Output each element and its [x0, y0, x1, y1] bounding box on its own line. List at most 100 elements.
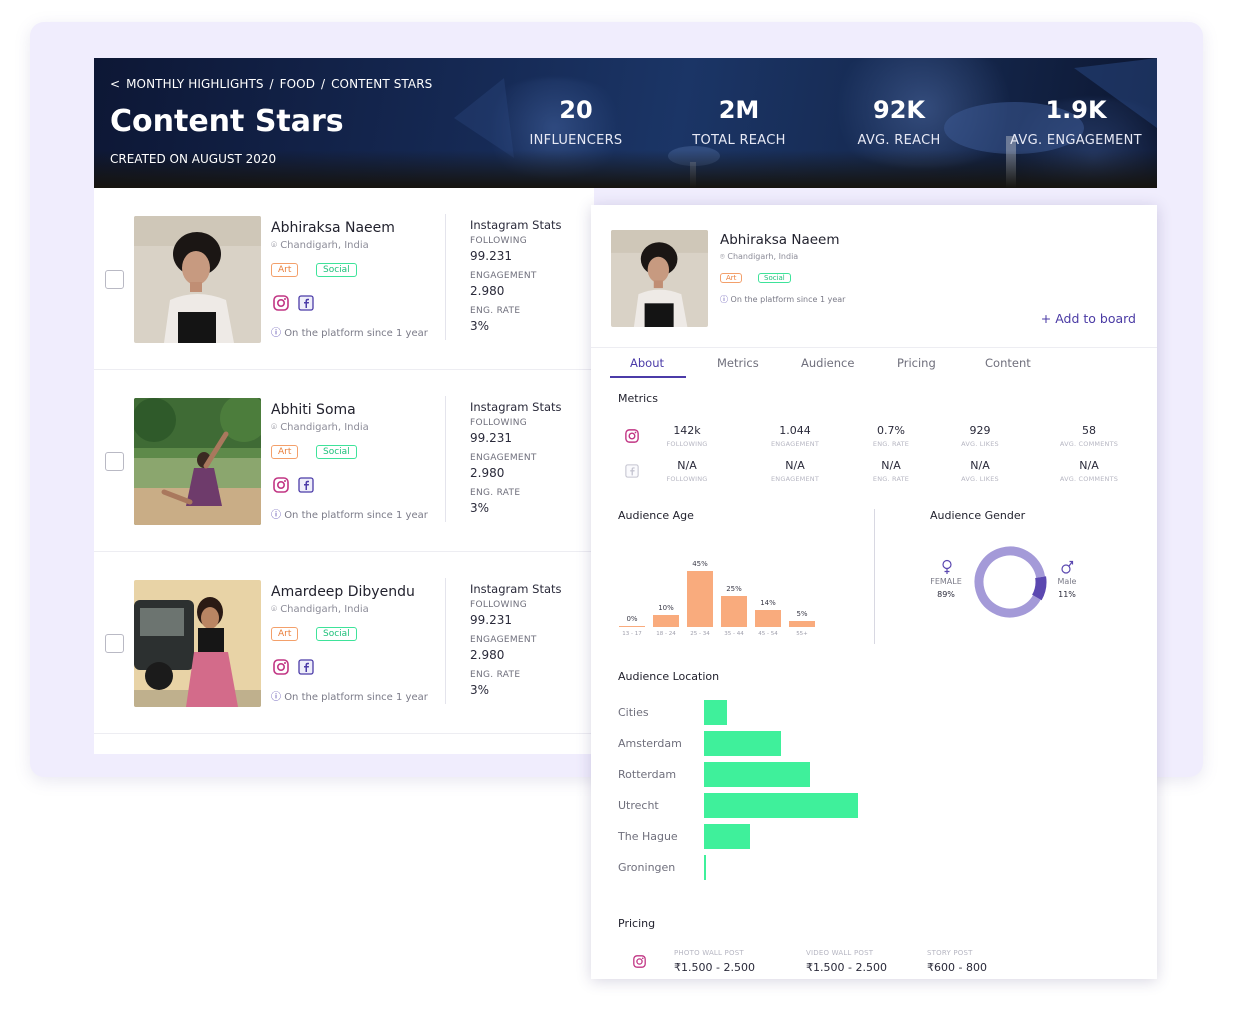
tag-art[interactable]: Art	[720, 273, 743, 283]
location-label: Rotterdam	[618, 768, 677, 781]
instagram-stats: Instagram Stats FOLLOWING 99.231 ENGAGEM…	[470, 218, 562, 333]
stat-value: 1.9K	[1045, 96, 1107, 124]
influencer-location: ⌾ Chandigarh, India	[271, 422, 369, 433]
stat-label: AVG. REACH	[857, 133, 941, 148]
tab-audience[interactable]: Audience	[801, 356, 854, 370]
male-label: Male	[1057, 577, 1077, 586]
age-bar	[789, 620, 815, 627]
influencer-detail-card: Abhiraksa Naeem ⌾ Chandigarh, India Art …	[591, 205, 1157, 979]
instagram-icon[interactable]	[273, 295, 289, 311]
influencer-list: Abhiraksa Naeem ⌾ Chandigarh, India Art …	[94, 188, 594, 754]
select-checkbox[interactable]	[105, 452, 124, 471]
pricing-label: PHOTO WALL POST	[674, 949, 744, 957]
platform-since: ⓘ On the platform since 1 year	[271, 506, 428, 521]
engagement-value: 2.980	[470, 284, 505, 298]
tab-about[interactable]: About	[630, 356, 664, 370]
instagram-stats: Instagram Stats FOLLOWING 99.231 ENGAGEM…	[470, 400, 562, 515]
instagram-icon[interactable]	[273, 477, 289, 493]
info-icon: ⓘ	[271, 328, 281, 339]
since-text: On the platform since 1 year	[284, 692, 428, 703]
age-bar-category: 35 - 44	[724, 631, 744, 637]
age-bar	[687, 571, 713, 627]
platform-since: ⓘ On the platform since 1 year	[271, 324, 428, 339]
tag-art[interactable]: Art	[271, 627, 299, 641]
list-item[interactable]: Abhiraksa Naeem ⌾ Chandigarh, India Art …	[94, 188, 594, 370]
breadcrumb: < MONTHLY HIGHLIGHTS / FOOD / CONTENT ST…	[110, 77, 434, 91]
page-title: Content Stars	[110, 104, 344, 139]
instagram-icon	[633, 955, 646, 968]
audience-age-title: Audience Age	[618, 509, 694, 522]
tab-content[interactable]: Content	[985, 356, 1031, 370]
age-bar-category: 45 - 54	[758, 631, 778, 637]
metric-label: AVG. LIKES	[961, 475, 999, 483]
list-item[interactable]: Amardeep Dibyendu ⌾ Chandigarh, India Ar…	[94, 552, 594, 734]
location-pin-icon: ⌾	[271, 604, 277, 615]
metric-label: AVG. COMMENTS	[1059, 440, 1119, 448]
location-bar	[704, 793, 858, 818]
location-text: Chandigarh, India	[727, 252, 799, 261]
location-pin-icon: ⌾	[271, 240, 277, 251]
tag-social[interactable]: Social	[316, 627, 357, 641]
tag-art[interactable]: Art	[271, 263, 299, 277]
list-item[interactable]: Abhiti Soma ⌾ Chandigarh, India Art Soci…	[94, 370, 594, 552]
influencer-name[interactable]: Abhiti Soma	[271, 402, 356, 418]
male-icon	[1061, 560, 1074, 574]
metric-value: N/A	[785, 459, 805, 472]
tab-pricing[interactable]: Pricing	[897, 356, 936, 370]
instagram-icon	[625, 429, 639, 443]
breadcrumb-content-stars: CONTENT STARS	[331, 77, 433, 91]
pricing-value: ₹600 - 800	[927, 961, 987, 974]
location-bar	[704, 762, 811, 787]
metric-label: ENG. RATE	[872, 440, 910, 448]
add-to-board-button[interactable]: + Add to board	[1041, 311, 1136, 326]
stats-title: Instagram Stats	[470, 582, 562, 596]
metric-value: 58	[1082, 424, 1096, 437]
facebook-icon[interactable]	[298, 477, 314, 493]
tab-metrics[interactable]: Metrics	[717, 356, 759, 370]
divider	[445, 396, 446, 522]
following-value: 99.231	[470, 249, 512, 263]
audience-gender-title: Audience Gender	[930, 509, 1026, 522]
engagement-label: ENGAGEMENT	[470, 635, 537, 645]
instagram-icon[interactable]	[273, 659, 289, 675]
influencer-name[interactable]: Abhiraksa Naeem	[271, 220, 395, 236]
location-label: Groningen	[618, 861, 676, 874]
stat-label: INFLUENCERS	[529, 133, 623, 148]
tag-social[interactable]: Social	[316, 263, 357, 277]
male-value: 11%	[1058, 590, 1076, 599]
age-bar	[755, 609, 781, 627]
location-text: Chandigarh, India	[280, 422, 369, 433]
breadcrumb-monthly-highlights[interactable]: MONTHLY HIGHLIGHTS	[126, 77, 264, 91]
facebook-icon[interactable]	[298, 295, 314, 311]
stat-value: 2M	[718, 96, 760, 124]
select-checkbox[interactable]	[105, 634, 124, 653]
tag-social[interactable]: Social	[758, 273, 791, 283]
stat-value: 20	[559, 96, 593, 124]
detail-photo	[611, 230, 708, 327]
tag-art[interactable]: Art	[271, 445, 299, 459]
breadcrumb-food[interactable]: FOOD	[280, 77, 315, 91]
female-icon	[942, 559, 952, 574]
metric-value: 142k	[673, 424, 701, 437]
back-arrow-icon[interactable]: <	[110, 77, 120, 91]
stat-value: 92K	[873, 96, 925, 124]
influencer-photo	[134, 398, 261, 525]
location-label: Utrecht	[618, 799, 659, 812]
pricing-label: VIDEO WALL POST	[806, 949, 874, 957]
male-slice	[973, 545, 1047, 619]
influencer-location: ⌾ Chandigarh, India	[271, 604, 369, 615]
metric-label: FOLLOWING	[666, 440, 708, 448]
stat-label: TOTAL REACH	[692, 133, 786, 148]
age-bar-value: 10%	[658, 603, 674, 612]
influencer-photo	[134, 216, 261, 343]
tag-social[interactable]: Social	[316, 445, 357, 459]
metric-value: 929	[969, 424, 991, 437]
stat-total-reach: 2M TOTAL REACH	[649, 96, 829, 148]
select-checkbox[interactable]	[105, 270, 124, 289]
facebook-icon[interactable]	[298, 659, 314, 675]
since-text: On the platform since 1 year	[730, 295, 846, 304]
pricing-title: Pricing	[618, 917, 656, 930]
audience-location-title: Audience Location	[618, 670, 720, 683]
eng-rate-value: 3%	[470, 319, 490, 333]
influencer-name[interactable]: Amardeep Dibyendu	[271, 584, 415, 600]
